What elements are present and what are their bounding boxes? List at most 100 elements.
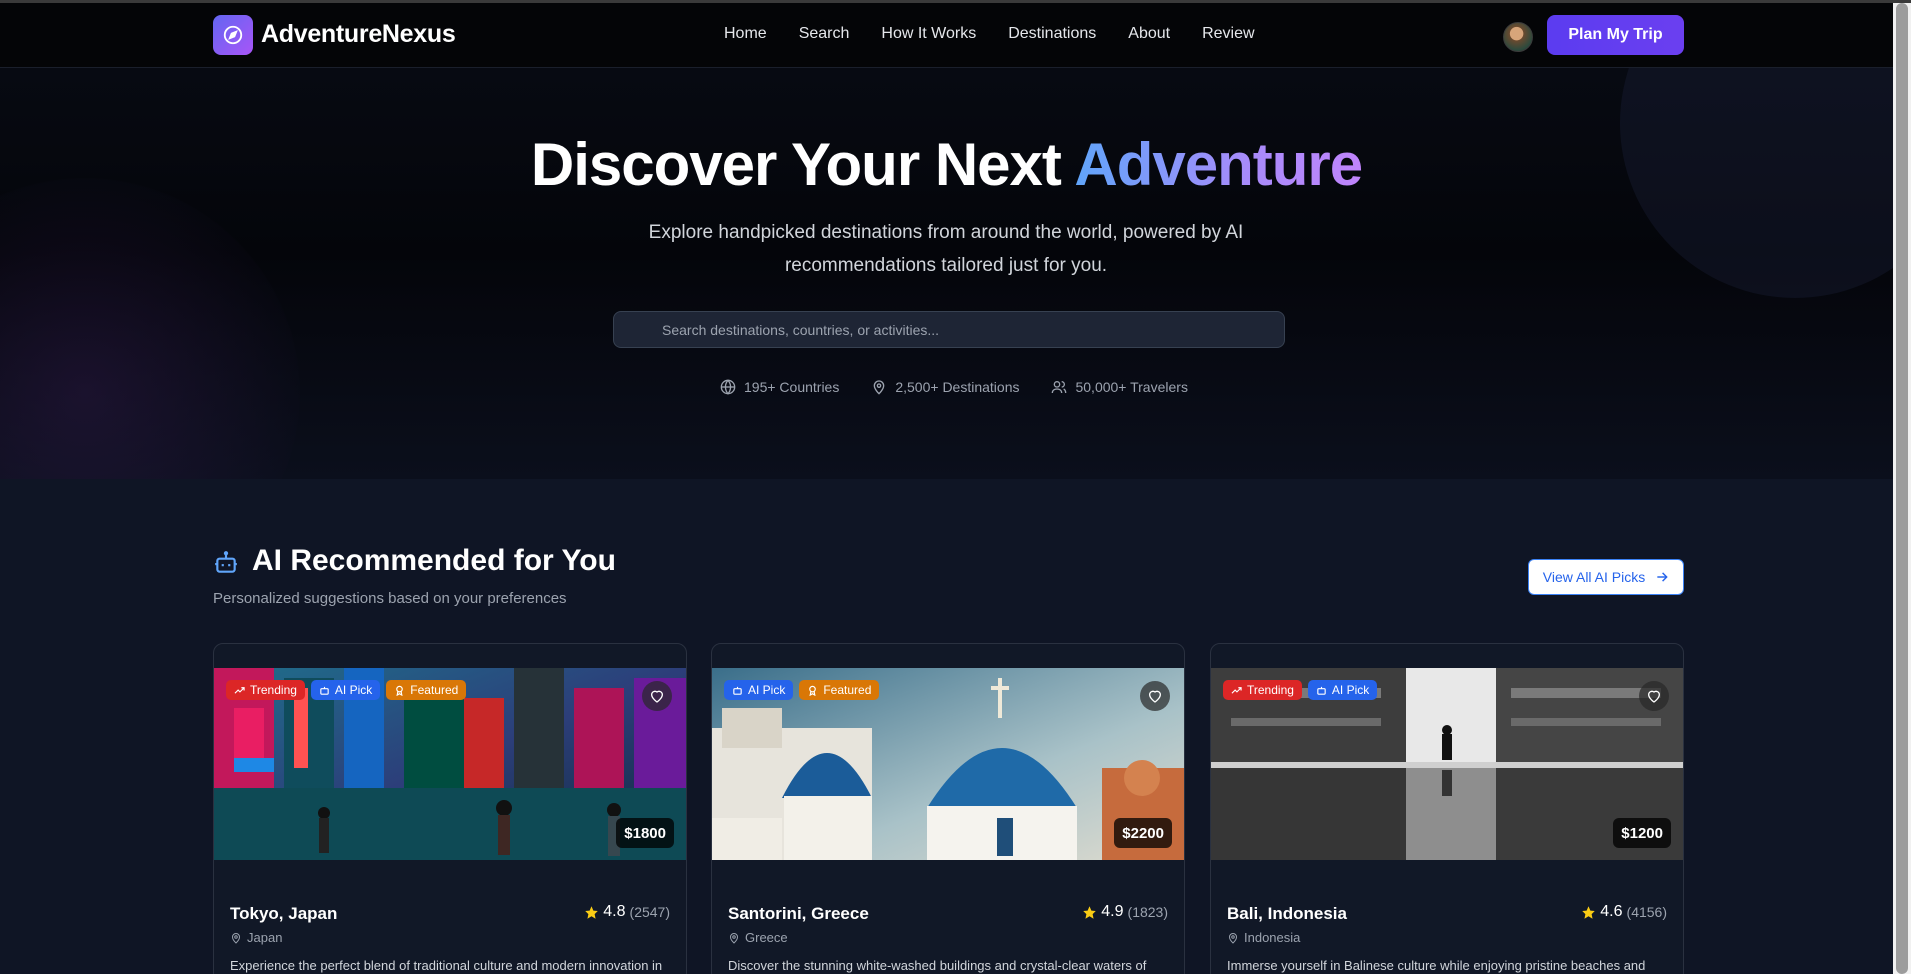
hero-title: Discover Your Next Adventure bbox=[0, 130, 1893, 199]
stat-label: 195+ Countries bbox=[744, 379, 840, 395]
price-badge: $2200 bbox=[1114, 818, 1172, 848]
trending-up-icon bbox=[1231, 686, 1242, 694]
map-pin-icon bbox=[729, 932, 739, 944]
badge-label: Trending bbox=[250, 683, 297, 697]
rating-value: 4.9 bbox=[1101, 903, 1124, 920]
badge-label: AI Pick bbox=[1331, 683, 1370, 697]
view-all-label: View All AI Picks bbox=[1542, 569, 1646, 585]
decorative-blob bbox=[0, 178, 300, 479]
badge-label: AI Pick bbox=[334, 683, 373, 697]
nav-links: Home Search How It Works Destinations Ab… bbox=[724, 25, 1287, 43]
heart-icon bbox=[650, 690, 664, 703]
destination-name[interactable]: Bali, Indonesia bbox=[1227, 904, 1347, 924]
trending-badge: Trending bbox=[1223, 680, 1302, 700]
nav-how-it-works[interactable]: How It Works bbox=[881, 25, 976, 43]
map-pin-icon bbox=[1228, 932, 1238, 944]
trending-badge: Trending bbox=[226, 680, 305, 700]
heart-icon bbox=[1148, 690, 1162, 703]
map-pin-icon bbox=[874, 380, 885, 395]
country-label: Indonesia bbox=[1244, 930, 1301, 945]
nav-search[interactable]: Search bbox=[799, 25, 850, 43]
stat-travelers: 50,000+ Travelers bbox=[1051, 379, 1188, 395]
destination-description: Immerse yourself in Balinese culture whi… bbox=[1227, 958, 1646, 973]
section-subtitle: Personalized suggestions based on your p… bbox=[213, 590, 567, 607]
user-avatar[interactable] bbox=[1503, 22, 1533, 52]
country-label: Greece bbox=[745, 930, 788, 945]
rating-value: 4.8 bbox=[603, 903, 626, 920]
hero-subtitle: Explore handpicked destinations from aro… bbox=[648, 222, 1244, 276]
robot-icon bbox=[215, 551, 237, 573]
page-scrollbar[interactable] bbox=[1893, 3, 1911, 974]
compass-icon[interactable] bbox=[213, 15, 253, 55]
review-count: (1823) bbox=[1127, 904, 1168, 920]
destination-name[interactable]: Santorini, Greece bbox=[728, 904, 869, 924]
award-icon bbox=[809, 685, 817, 696]
arrow-right-icon bbox=[1657, 572, 1668, 582]
rating: 4.9 (1823) bbox=[1082, 903, 1168, 921]
nav-review[interactable]: Review bbox=[1202, 25, 1254, 43]
robot-icon bbox=[733, 686, 742, 695]
featured-badge: Featured bbox=[799, 680, 880, 700]
destination-card-bali[interactable]: Trending AI Pick $1200 Bali, Indonesia 4… bbox=[1210, 643, 1684, 974]
heart-icon bbox=[1647, 690, 1661, 703]
badge-label: Trending bbox=[1247, 683, 1294, 697]
destination-card-santorini[interactable]: AI Pick Featured $2200 Santorini, Greece… bbox=[711, 643, 1185, 974]
award-icon bbox=[396, 685, 404, 696]
price-badge: $1800 bbox=[616, 818, 674, 848]
star-icon bbox=[585, 905, 599, 919]
search-input[interactable] bbox=[614, 312, 1284, 347]
section-title: AI Recommended for You bbox=[252, 544, 616, 577]
brand-name[interactable]: AdventureNexus bbox=[261, 20, 456, 49]
plan-my-trip-button[interactable]: Plan My Trip bbox=[1547, 15, 1684, 55]
rating: 4.6 (4156) bbox=[1581, 903, 1667, 921]
stat-destinations: 2,500+ Destinations bbox=[871, 379, 1019, 395]
destination-description: Experience the perfect blend of traditio… bbox=[230, 958, 663, 973]
favorite-button[interactable] bbox=[642, 681, 672, 711]
trending-up-icon bbox=[234, 686, 245, 694]
navbar: AdventureNexus Home Search How It Works … bbox=[0, 3, 1893, 68]
globe-icon bbox=[720, 379, 736, 395]
robot-icon bbox=[1317, 686, 1326, 695]
nav-home[interactable]: Home bbox=[724, 25, 767, 43]
scrollbar-thumb[interactable] bbox=[1896, 3, 1908, 974]
rating: 4.8 (2547) bbox=[584, 903, 670, 921]
featured-badge: Featured bbox=[386, 680, 467, 700]
ai-pick-badge: AI Pick bbox=[724, 680, 794, 700]
destination-description: Discover the stunning white-washed build… bbox=[728, 958, 1147, 973]
robot-icon bbox=[320, 686, 329, 695]
nav-about[interactable]: About bbox=[1128, 25, 1170, 43]
nav-destinations[interactable]: Destinations bbox=[1008, 25, 1096, 43]
star-icon bbox=[1582, 905, 1596, 919]
card-tags: Trending AI Pick Featured bbox=[226, 680, 472, 700]
stat-countries: 195+ Countries bbox=[720, 379, 839, 395]
ai-pick-badge: AI Pick bbox=[1307, 680, 1378, 700]
star-icon bbox=[1083, 905, 1097, 919]
review-count: (4156) bbox=[1626, 904, 1667, 920]
badge-label: Featured bbox=[410, 683, 459, 697]
hero-title-accent: Adventure bbox=[1074, 131, 1363, 198]
hero-stats: 195+ Countries 2,500+ Destinations 50,00… bbox=[720, 379, 1220, 395]
users-icon bbox=[1052, 381, 1067, 394]
search-bar[interactable] bbox=[613, 311, 1285, 348]
country-label: Japan bbox=[247, 930, 283, 945]
price-badge: $1200 bbox=[1613, 818, 1671, 848]
hero-title-main: Discover Your Next bbox=[530, 131, 1075, 198]
view-all-ai-picks-button[interactable]: View All AI Picks bbox=[1528, 559, 1684, 595]
ai-pick-badge: AI Pick bbox=[310, 680, 381, 700]
destination-name[interactable]: Tokyo, Japan bbox=[230, 904, 337, 924]
hero-section: Discover Your Next Adventure Explore han… bbox=[0, 68, 1893, 479]
badge-label: Featured bbox=[823, 683, 872, 697]
destination-card-tokyo[interactable]: Trending AI Pick Featured $1800 Tokyo, J… bbox=[213, 643, 687, 974]
badge-label: AI Pick bbox=[748, 683, 786, 697]
country: Indonesia bbox=[1227, 930, 1300, 945]
rating-value: 4.6 bbox=[1600, 903, 1623, 920]
card-tags: Trending AI Pick bbox=[1223, 680, 1383, 700]
favorite-button[interactable] bbox=[1639, 681, 1669, 711]
favorite-button[interactable] bbox=[1140, 681, 1170, 711]
map-pin-icon bbox=[231, 932, 241, 944]
country: Greece bbox=[728, 930, 788, 945]
country: Japan bbox=[230, 930, 282, 945]
stat-label: 50,000+ Travelers bbox=[1075, 379, 1188, 395]
card-tags: AI Pick Featured bbox=[724, 680, 885, 700]
stat-label: 2,500+ Destinations bbox=[895, 379, 1020, 395]
